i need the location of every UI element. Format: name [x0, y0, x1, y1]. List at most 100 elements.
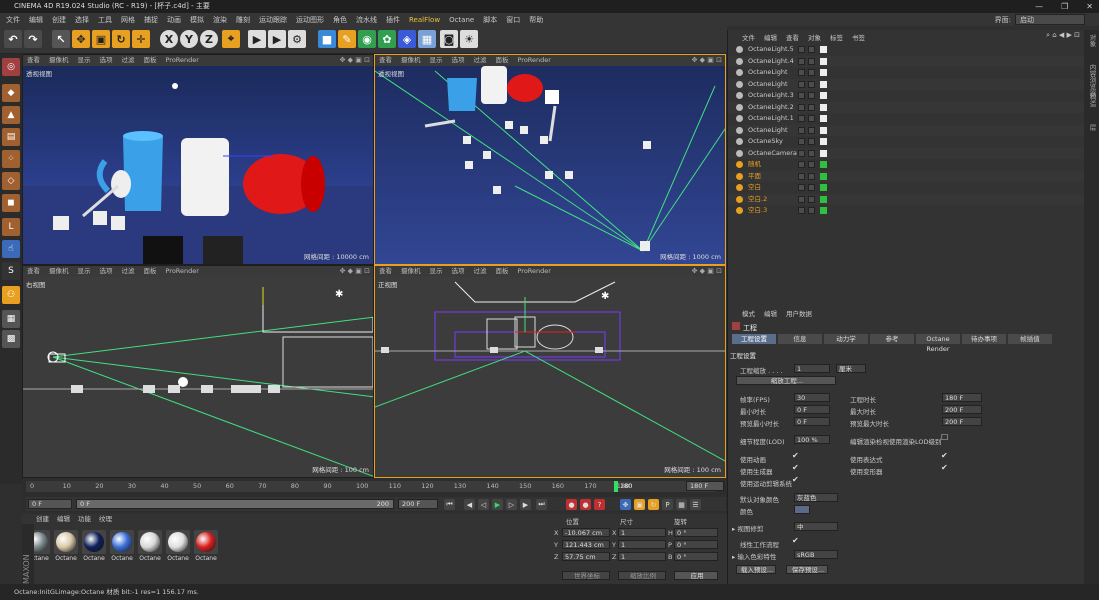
- use-animation-checkbox[interactable]: ✔: [792, 451, 799, 460]
- object-menu-item[interactable]: 文件: [742, 32, 755, 42]
- material-menu-item[interactable]: 创建: [36, 514, 49, 525]
- object-row[interactable]: OctaneLight: [728, 67, 1085, 78]
- object-menu-item[interactable]: 对象: [808, 32, 821, 42]
- timeline-menu-icon[interactable]: ☰: [690, 499, 701, 510]
- visibility-toggle[interactable]: [798, 161, 805, 168]
- tag-icon[interactable]: [820, 103, 827, 111]
- visibility-toggle[interactable]: [798, 46, 805, 53]
- viewport-nav-icons[interactable]: ✥ ◆ ▣ ⊡: [340, 55, 370, 66]
- range-slider[interactable]: 0 F 200: [76, 499, 394, 509]
- viewport-menu-item[interactable]: 过滤: [474, 266, 487, 277]
- rotation-field[interactable]: 0 °: [674, 540, 718, 549]
- viewport-menu-item[interactable]: ProRender: [518, 266, 551, 277]
- menu-item[interactable]: 流水线: [356, 15, 377, 25]
- tag-icon[interactable]: [820, 57, 827, 65]
- viewport-menu-item[interactable]: 面板: [144, 55, 157, 66]
- tag-icon[interactable]: [820, 149, 827, 157]
- fps-field[interactable]: 30: [794, 393, 830, 402]
- material-thumbnail[interactable]: Octane: [54, 530, 78, 562]
- motion-system-checkbox[interactable]: ✔: [792, 475, 799, 484]
- size-field[interactable]: 1: [618, 528, 666, 537]
- visibility-toggle[interactable]: [798, 69, 805, 76]
- axis-mode-icon[interactable]: L: [2, 218, 20, 236]
- z-axis-icon[interactable]: Z: [200, 30, 218, 48]
- polygons-mode-icon[interactable]: ◼: [2, 194, 20, 212]
- viewport-menu-item[interactable]: 显示: [430, 55, 443, 66]
- viewport-menu-item[interactable]: 面板: [496, 55, 509, 66]
- tag-icon[interactable]: [820, 195, 827, 203]
- tweak-mode-icon[interactable]: ☝: [2, 240, 20, 258]
- preview-max-field[interactable]: 200 F: [942, 417, 982, 426]
- viewport-menu-item[interactable]: ProRender: [518, 55, 551, 66]
- viewport-menu-item[interactable]: 摄像机: [49, 55, 69, 66]
- viewport-perspective-2[interactable]: 查看 摄像机 显示 选项 过滤 面板 ProRender ✥ ◆ ▣ ⊡ 透视视图 网格间距…: [374, 54, 726, 265]
- grid-snap-icon[interactable]: ▦: [2, 310, 20, 328]
- magnet-icon[interactable]: ⚇: [2, 286, 20, 304]
- make-editable-icon[interactable]: ◎: [2, 58, 20, 76]
- menu-item[interactable]: 选择: [75, 15, 89, 25]
- use-expressions-checkbox[interactable]: ✔: [941, 451, 948, 460]
- range-end-field[interactable]: 200 F: [398, 499, 438, 509]
- material-thumbnail[interactable]: Octane: [82, 530, 106, 562]
- viewport-menu-item[interactable]: 选项: [452, 55, 465, 66]
- object-row[interactable]: OctaneLight: [728, 78, 1085, 90]
- play-icon[interactable]: ▶: [492, 499, 503, 510]
- object-menu-item[interactable]: 查看: [786, 32, 799, 42]
- tag-icon[interactable]: [820, 126, 827, 134]
- attribute-tab[interactable]: 参考: [870, 334, 914, 344]
- key-pla-icon[interactable]: ▦: [676, 499, 687, 510]
- size-field[interactable]: 1: [618, 540, 666, 549]
- load-preset-button[interactable]: 载入预设...: [736, 565, 776, 574]
- auto-key-icon[interactable]: ●: [580, 499, 591, 510]
- attribute-tab[interactable]: Octane Render: [916, 334, 960, 353]
- coordinate-system-icon[interactable]: ⌖: [222, 30, 240, 48]
- menu-item[interactable]: 工具: [98, 15, 112, 25]
- visibility-toggle[interactable]: [798, 149, 805, 157]
- sidebar-tab[interactable]: 内容浏览器: [1087, 64, 1097, 97]
- attribute-tab[interactable]: 动力学: [824, 334, 868, 344]
- attribute-tab[interactable]: 帧插值: [1008, 334, 1052, 344]
- tag-icon[interactable]: [820, 69, 827, 76]
- render-toggle[interactable]: [808, 115, 815, 122]
- render-lod-checkbox[interactable]: ☐: [941, 433, 948, 442]
- visibility-toggle[interactable]: [798, 57, 805, 65]
- material-thumbnail[interactable]: Octane: [166, 530, 190, 562]
- scale-project-button[interactable]: 缩放工程...: [736, 376, 836, 385]
- maximize-icon[interactable]: ❐: [1061, 0, 1068, 13]
- scale-tool-icon[interactable]: ▣: [92, 30, 110, 48]
- position-field[interactable]: 57.75 cm: [562, 552, 610, 561]
- object-row[interactable]: OctaneLight.4: [728, 55, 1085, 67]
- close-icon[interactable]: ✕: [1086, 0, 1093, 13]
- object-row[interactable]: OctaneSky: [728, 136, 1085, 147]
- render-toggle[interactable]: [808, 80, 815, 88]
- object-row[interactable]: 空白.3: [728, 205, 1085, 216]
- project-length-field[interactable]: 180 F: [942, 393, 982, 402]
- tag-icon[interactable]: [820, 46, 827, 53]
- render-toggle[interactable]: [808, 138, 815, 145]
- menu-item[interactable]: Octane: [449, 16, 474, 24]
- object-row[interactable]: 空白: [728, 182, 1085, 193]
- menu-item[interactable]: 帮助: [529, 15, 543, 25]
- end-frame-field[interactable]: 180 F: [686, 481, 724, 491]
- visibility-toggle[interactable]: [798, 80, 805, 88]
- viewport-menu-item[interactable]: 摄像机: [49, 266, 69, 277]
- viewport-menu-item[interactable]: ProRender: [166, 266, 199, 277]
- viewport-menu-item[interactable]: 查看: [379, 266, 392, 277]
- sidebar-tab[interactable]: 层: [1087, 124, 1097, 131]
- visibility-toggle[interactable]: [798, 184, 805, 191]
- menu-item[interactable]: 网格: [121, 15, 135, 25]
- object-row[interactable]: 空白.2: [728, 193, 1085, 205]
- viewport-menu-item[interactable]: 查看: [379, 55, 392, 66]
- viewport-nav-icons[interactable]: ✥ ◆ ▣ ⊡: [692, 55, 722, 66]
- size-mode-select[interactable]: 缩放比例: [618, 571, 666, 580]
- viewport-menu-item[interactable]: 摄像机: [401, 55, 421, 66]
- scale-unit-select[interactable]: 厘米: [836, 364, 866, 373]
- viewport-menu-item[interactable]: 面板: [496, 266, 509, 277]
- redo-icon[interactable]: ↷: [24, 30, 42, 48]
- coordinate-mode-select[interactable]: 世界坐标: [562, 571, 610, 580]
- tag-icon[interactable]: [820, 207, 827, 214]
- render-toggle[interactable]: [808, 46, 815, 53]
- view-clip-select[interactable]: 中: [794, 522, 838, 531]
- attribute-menu-item[interactable]: 用户数据: [786, 308, 812, 318]
- input-color-select[interactable]: sRGB: [794, 550, 838, 559]
